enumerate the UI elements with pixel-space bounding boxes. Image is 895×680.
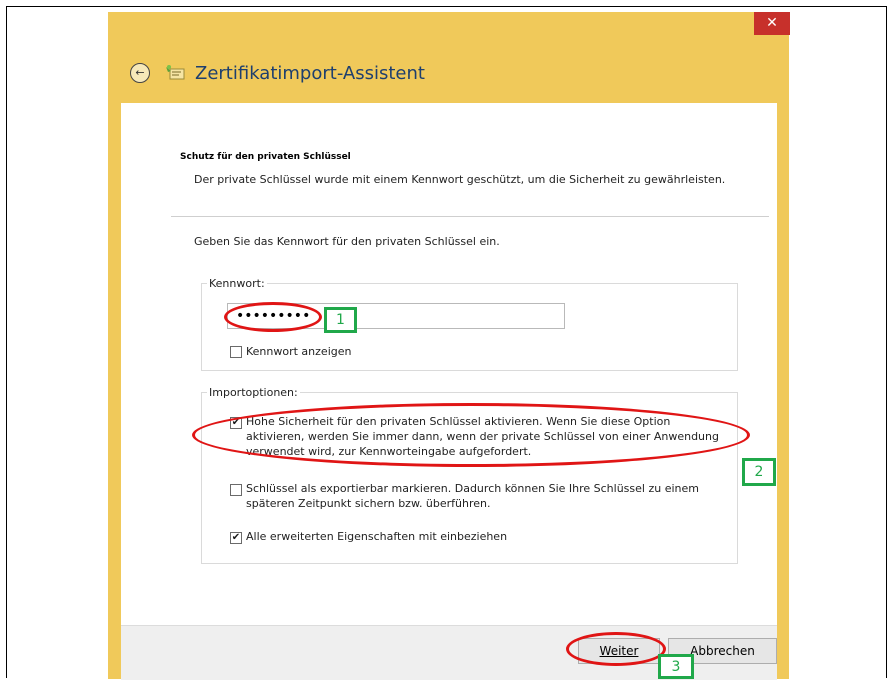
step-marker-2: 2 bbox=[742, 458, 776, 486]
show-password-label: Kennwort anzeigen bbox=[246, 345, 352, 358]
exportable-label: Schlüssel als exportierbar markieren. Da… bbox=[246, 482, 699, 510]
extended-properties-label: Alle erweiterten Eigenschaften mit einbe… bbox=[246, 530, 508, 543]
high-security-highlight-ellipse bbox=[192, 403, 750, 467]
password-highlight-ellipse bbox=[224, 302, 322, 332]
next-highlight-ellipse bbox=[566, 632, 666, 666]
password-group-label: Kennwort: bbox=[207, 277, 267, 290]
back-button[interactable]: ← bbox=[130, 63, 150, 83]
exportable-checkbox[interactable] bbox=[230, 484, 242, 496]
back-arrow-icon: ← bbox=[135, 66, 145, 79]
close-icon: ✕ bbox=[766, 15, 778, 31]
window-title: Zertifikatimport-Assistent bbox=[195, 63, 425, 84]
password-prompt: Geben Sie das Kennwort für den privaten … bbox=[194, 235, 500, 248]
extended-properties-checkbox[interactable]: ✔ bbox=[230, 532, 242, 544]
close-button[interactable]: ✕ bbox=[754, 12, 790, 35]
step-marker-3: 3 bbox=[658, 654, 694, 679]
checkmark-icon: ✔ bbox=[231, 532, 241, 543]
step-marker-1: 1 bbox=[324, 307, 357, 333]
import-options-label: Importoptionen: bbox=[207, 386, 300, 399]
header-divider bbox=[171, 216, 769, 217]
certificate-wizard-icon bbox=[165, 63, 187, 83]
show-password-checkbox[interactable] bbox=[230, 346, 242, 358]
cancel-button-label: Abbrechen bbox=[690, 644, 755, 658]
section-description: Der private Schlüssel wurde mit einem Ke… bbox=[194, 173, 726, 186]
section-title: Schutz für den privaten Schlüssel bbox=[180, 152, 351, 162]
